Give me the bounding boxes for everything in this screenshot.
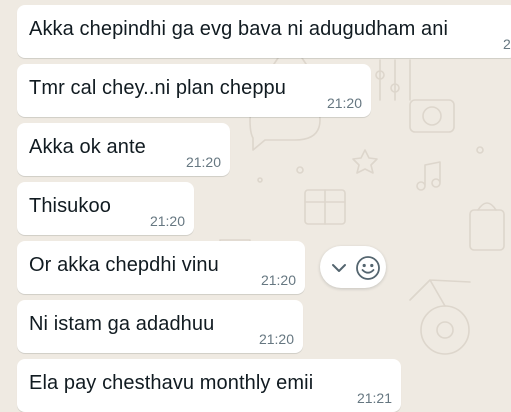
message-bubble[interactable]: Ni istam ga adadhuu 21:20 xyxy=(17,300,303,353)
message-bubble[interactable]: Akka ok ante 21:20 xyxy=(17,123,230,176)
message-text: Or akka chepdhi vinu xyxy=(29,254,219,276)
message-timestamp: 21:20 xyxy=(502,36,511,52)
message-text: Tmr cal chey..ni plan cheppu xyxy=(29,77,286,99)
chevron-down-icon[interactable] xyxy=(330,259,348,277)
message-text: Thisukoo xyxy=(29,195,111,217)
message-timestamp: 21:20 xyxy=(260,272,296,288)
message-bubble[interactable]: Tmr cal chey..ni plan cheppu 21:20 xyxy=(17,64,371,117)
message-text: Ela pay chesthavu monthly emii xyxy=(29,372,314,394)
message-timestamp: 21:20 xyxy=(185,154,221,170)
message-text: Ni istam ga adadhuu xyxy=(29,313,215,335)
message-timestamp: 21:20 xyxy=(326,95,362,111)
message-bubble[interactable]: Or akka chepdhi vinu 21:20 xyxy=(17,241,305,294)
message-actions xyxy=(320,246,386,288)
message-timestamp: 21:20 xyxy=(149,213,185,229)
smiley-icon[interactable] xyxy=(355,255,381,281)
message-timestamp: 21:20 xyxy=(258,331,294,347)
message-text: Akka chepindhi ga evg bava ni adugudham … xyxy=(29,18,449,40)
message-bubble[interactable]: Thisukoo 21:20 xyxy=(17,182,194,235)
message-bubble[interactable]: Akka chepindhi ga evg bava ni adugudham … xyxy=(17,5,511,58)
message-text: Akka ok ante xyxy=(29,136,146,158)
message-timestamp: 21:21 xyxy=(356,390,392,406)
message-bubble[interactable]: Ela pay chesthavu monthly emii 21:21 xyxy=(17,359,401,412)
